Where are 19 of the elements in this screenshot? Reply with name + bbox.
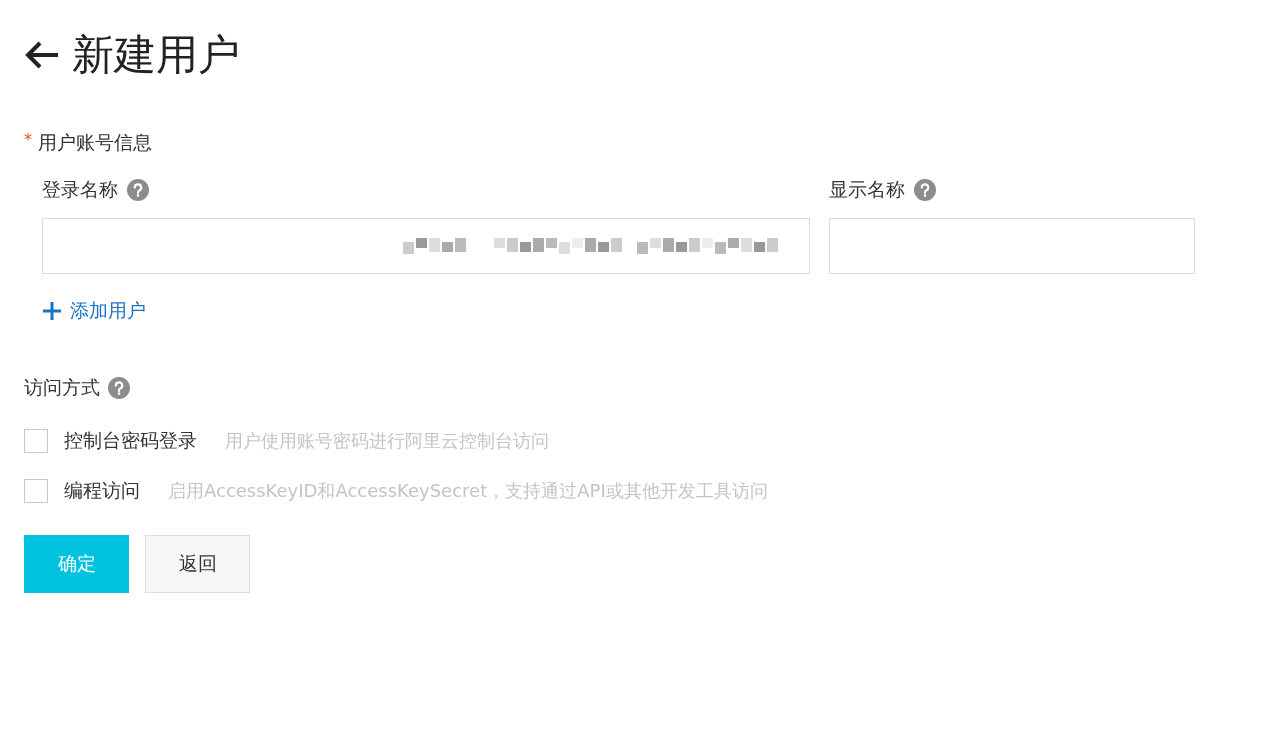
- page-title: 新建用户: [72, 29, 240, 81]
- checkbox[interactable]: [24, 479, 48, 503]
- option-label: 编程访问: [64, 478, 140, 503]
- option-description: 用户使用账号密码进行阿里云控制台访问: [225, 429, 549, 453]
- back-button[interactable]: [24, 40, 60, 70]
- checkbox[interactable]: [24, 429, 48, 453]
- input-field[interactable]: [829, 218, 1195, 274]
- field-label: 登录名称: [42, 177, 118, 202]
- option-description: 启用AccessKeyID和AccessKeySecret，支持通过API或其他开发工具访问: [168, 479, 768, 503]
- option-label: 控制台密码登录: [64, 428, 197, 453]
- add-user-link[interactable]: 添加用户: [42, 298, 146, 324]
- required-mark: *: [24, 130, 32, 151]
- section-label: 访问方式: [24, 375, 100, 400]
- field-label: 显示名称: [829, 177, 905, 202]
- plus-icon: [42, 301, 62, 321]
- section-label: 用户账号信息: [38, 130, 152, 155]
- input-field[interactable]: [42, 218, 810, 274]
- back-arrow-icon: [24, 40, 60, 70]
- back-text-button[interactable]: 返回: [145, 535, 250, 593]
